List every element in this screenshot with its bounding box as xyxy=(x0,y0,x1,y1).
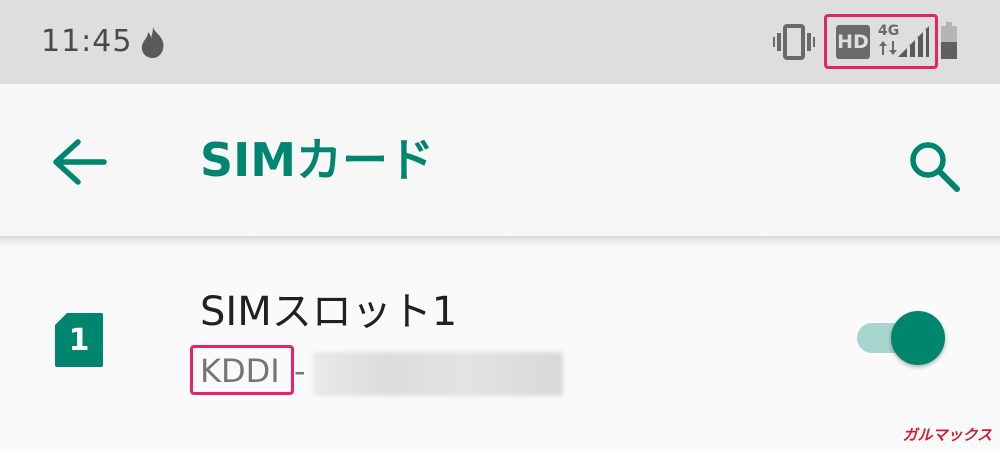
back-button[interactable] xyxy=(52,138,108,186)
vibrate-icon xyxy=(773,24,815,60)
toggle-thumb xyxy=(891,311,945,365)
sim-slot-number: 1 xyxy=(68,323,90,358)
app-bar xyxy=(0,84,1000,236)
sim-slot-row[interactable] xyxy=(0,250,1000,430)
status-time: 11:45 xyxy=(41,24,133,59)
carrier-separator: - xyxy=(294,352,306,390)
page-title: SIMカード xyxy=(200,133,435,187)
sim-slot-toggle[interactable] xyxy=(855,307,949,367)
site-watermark-logo: ガルマックス xyxy=(902,426,992,444)
flame-icon xyxy=(141,27,164,58)
app-bar-shadow xyxy=(0,236,1000,246)
status-icons-highlight xyxy=(824,14,938,69)
search-button[interactable] xyxy=(907,139,961,193)
redacted-phone-number xyxy=(313,352,563,396)
carrier-highlight xyxy=(190,345,294,395)
sim-slot-title: SIMスロット1 xyxy=(200,289,458,335)
battery-icon xyxy=(941,22,957,59)
